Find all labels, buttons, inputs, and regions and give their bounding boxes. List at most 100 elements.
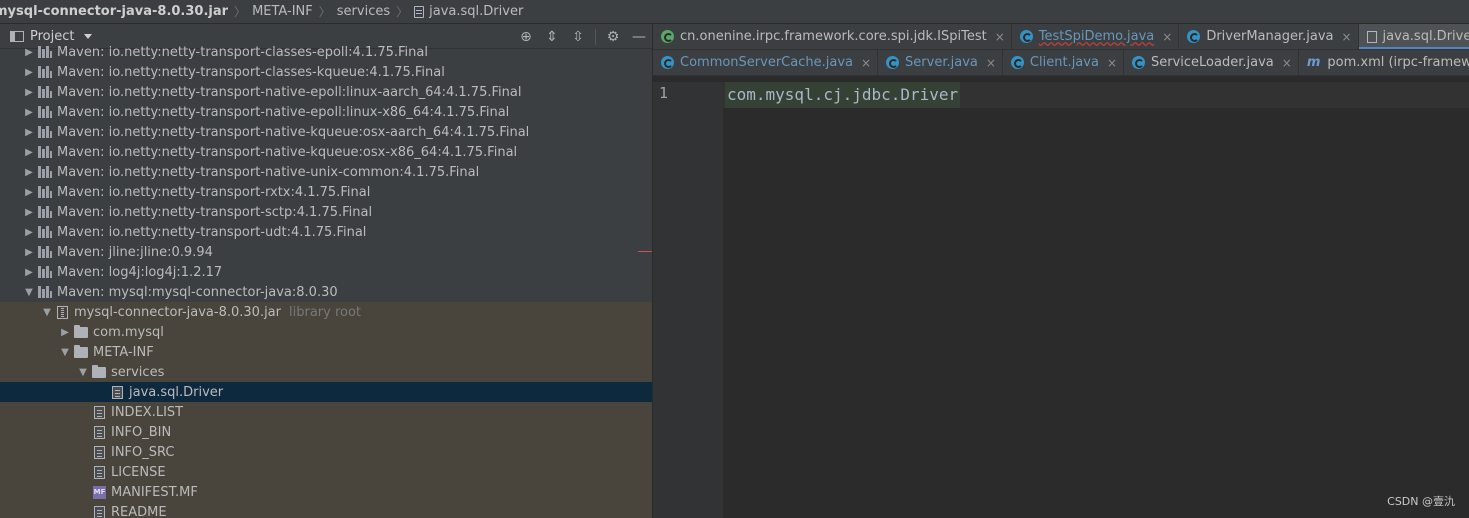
chevron-right-icon[interactable]: ▶ (22, 87, 36, 98)
tree-item-label: Maven: jline:jline:0.9.94 (57, 244, 213, 260)
breadcrumb-driver-file[interactable]: java.sql.Driver (414, 4, 523, 19)
breadcrumb-jar[interactable]: mysql-connector-java-8.0.30.jar (0, 4, 228, 19)
class-icon (1132, 56, 1145, 69)
tab-java-sql-driver[interactable]: java.sql.Driver × (1358, 24, 1469, 49)
chevron-right-icon[interactable]: ▶ (22, 187, 36, 198)
tree-item-maven-library[interactable]: ▶ Maven: io.netty:netty-transport-udt:4.… (0, 222, 652, 242)
tab-label: CommonServerCache.java (680, 55, 853, 70)
tab-label: cn.onenine.irpc.framework.core.spi.jdk.I… (680, 29, 987, 44)
chevron-right-icon[interactable]: ▶ (22, 127, 36, 138)
code-editor[interactable]: 1 com.mysql.cj.jdbc.Driver (653, 82, 1469, 518)
chevron-right-icon[interactable]: ▶ (22, 67, 36, 78)
library-icon (38, 46, 52, 58)
chevron-right-icon[interactable]: ▶ (22, 167, 36, 178)
library-icon (38, 106, 52, 118)
close-icon[interactable]: × (1341, 30, 1351, 44)
class-icon (1010, 56, 1024, 69)
tree-item-folder[interactable]: ▼ META-INF (0, 342, 652, 362)
tree-item-file[interactable]: LICENSE (0, 462, 652, 482)
tree-item-maven-library[interactable]: ▼ Maven: mysql:mysql-connector-java:8.0.… (0, 282, 652, 302)
tree-item-maven-library[interactable]: ▶ Maven: io.netty:netty-transport-native… (0, 142, 652, 162)
chevron-right-icon[interactable]: ▶ (22, 227, 36, 238)
close-icon[interactable]: × (1162, 30, 1172, 44)
chevron-down-icon[interactable]: ▼ (40, 307, 54, 318)
chevron-right-icon[interactable]: ▶ (22, 47, 36, 58)
line-number: 1 (659, 84, 669, 102)
class-icon (1187, 30, 1201, 43)
library-icon (38, 166, 52, 178)
chevron-down-icon[interactable]: ▼ (22, 287, 36, 298)
code-line[interactable]: com.mysql.cj.jdbc.Driver (725, 82, 961, 108)
tree-item-maven-library[interactable]: ▶ Maven: io.netty:netty-transport-rxtx:4… (0, 182, 652, 202)
library-icon (38, 246, 52, 258)
tree-item-folder[interactable]: ▼ services (0, 362, 652, 382)
file-icon (94, 405, 105, 419)
tab-ispitest[interactable]: cn.onenine.irpc.framework.core.spi.jdk.I… (653, 24, 1012, 49)
chevron-right-icon[interactable]: ▶ (22, 247, 36, 258)
close-icon[interactable]: × (1107, 56, 1117, 70)
breadcrumb-services[interactable]: services (337, 4, 390, 19)
library-icon (38, 126, 52, 138)
tab-drivermanager[interactable]: DriverManager.java × (1179, 24, 1359, 49)
breadcrumb-meta-inf[interactable]: META-INF (252, 4, 313, 19)
tab-server[interactable]: Server.java × (878, 50, 1003, 75)
tab-pom-xml[interactable]: m pom.xml (irpc-framework-core) (1299, 50, 1469, 75)
tree-item-maven-library[interactable]: ▶ Maven: log4j:log4j:1.2.17 (0, 262, 652, 282)
tree-item-maven-library[interactable]: ▶ Maven: io.netty:netty-transport-native… (0, 102, 652, 122)
file-icon (112, 385, 123, 399)
jar-icon (57, 305, 68, 319)
library-icon (38, 206, 52, 218)
watermark: CSDN @壹氿 (1387, 495, 1455, 508)
class-icon (1019, 30, 1033, 43)
editor-tab-row-2: CommonServerCache.java × Server.java × C… (653, 50, 1469, 76)
tree-item-maven-library[interactable]: ▶ Maven: io.netty:netty-transport-native… (0, 82, 652, 102)
chevron-right-icon[interactable]: ▶ (22, 207, 36, 218)
tree-item-maven-library[interactable]: ▶ Maven: io.netty:netty-transport-classe… (0, 42, 652, 62)
close-icon[interactable]: × (995, 30, 1005, 44)
chevron-down-icon[interactable] (84, 33, 93, 39)
tree-item-maven-library[interactable]: ▶ Maven: jline:jline:0.9.94 (0, 242, 652, 262)
chevron-right-icon[interactable]: ▶ (22, 107, 36, 118)
tab-client[interactable]: Client.java × (1003, 50, 1124, 75)
tree-item-file[interactable]: INFO_BIN (0, 422, 652, 442)
chevron-right-icon[interactable]: ▶ (22, 147, 36, 158)
tab-commonservercache[interactable]: CommonServerCache.java × (653, 50, 879, 75)
breadcrumb-separator-icon: 〉 (396, 5, 409, 19)
file-icon (94, 445, 105, 459)
tab-testspidemo[interactable]: TestSpiDemo.java × (1012, 24, 1180, 49)
tree-item-file[interactable]: INFO_SRC (0, 442, 652, 462)
tree-item-label: MANIFEST.MF (111, 484, 198, 500)
chevron-right-icon[interactable]: ▶ (58, 327, 72, 338)
close-icon[interactable]: × (1282, 56, 1292, 70)
file-icon (94, 425, 105, 439)
tree-item-label: Maven: io.netty:netty-transport-native-e… (57, 104, 510, 120)
tree-item-maven-library[interactable]: ▶ Maven: io.netty:netty-transport-native… (0, 122, 652, 142)
tree-item-package[interactable]: ▶ com.mysql (0, 322, 652, 342)
tree-item-maven-library[interactable]: ▶ Maven: io.netty:netty-transport-sctp:4… (0, 202, 652, 222)
tree-item-file-selected[interactable]: java.sql.Driver (0, 382, 652, 402)
tree-item-label: Maven: mysql:mysql-connector-java:8.0.30 (57, 284, 338, 300)
tab-label: Server.java (905, 55, 978, 70)
error-stripe-mark (638, 251, 652, 252)
tree-item-jar[interactable]: ▼ mysql-connector-java-8.0.30.jar librar… (0, 302, 652, 322)
project-tree: ▶ Maven: io.netty:netty-transport-classe… (0, 45, 652, 518)
chevron-down-icon[interactable]: ▼ (76, 367, 90, 378)
chevron-right-icon[interactable]: ▶ (22, 267, 36, 278)
tree-item-label: INFO_BIN (111, 424, 172, 440)
tree-item-file[interactable]: MF MANIFEST.MF (0, 482, 652, 502)
tree-item-maven-library[interactable]: ▶ Maven: io.netty:netty-transport-native… (0, 162, 652, 182)
chevron-down-icon[interactable]: ▼ (58, 347, 72, 358)
file-icon (94, 465, 105, 479)
library-icon (38, 226, 52, 238)
close-icon[interactable]: × (986, 56, 996, 70)
tab-serviceloader[interactable]: ServiceLoader.java × (1124, 50, 1299, 75)
class-icon (886, 56, 900, 69)
tree-item-file[interactable]: INDEX.LIST (0, 402, 652, 422)
tree-item-maven-library[interactable]: ▶ Maven: io.netty:netty-transport-classe… (0, 62, 652, 82)
close-icon[interactable]: × (861, 56, 871, 70)
breadcrumb-separator-icon: 〉 (318, 5, 331, 19)
tree-item-label: Maven: io.netty:netty-transport-classes-… (57, 44, 428, 60)
tree-item-label: META-INF (93, 344, 154, 360)
tree-item-file[interactable]: README (0, 502, 652, 518)
tree-item-label: Maven: io.netty:netty-transport-classes-… (57, 64, 445, 80)
